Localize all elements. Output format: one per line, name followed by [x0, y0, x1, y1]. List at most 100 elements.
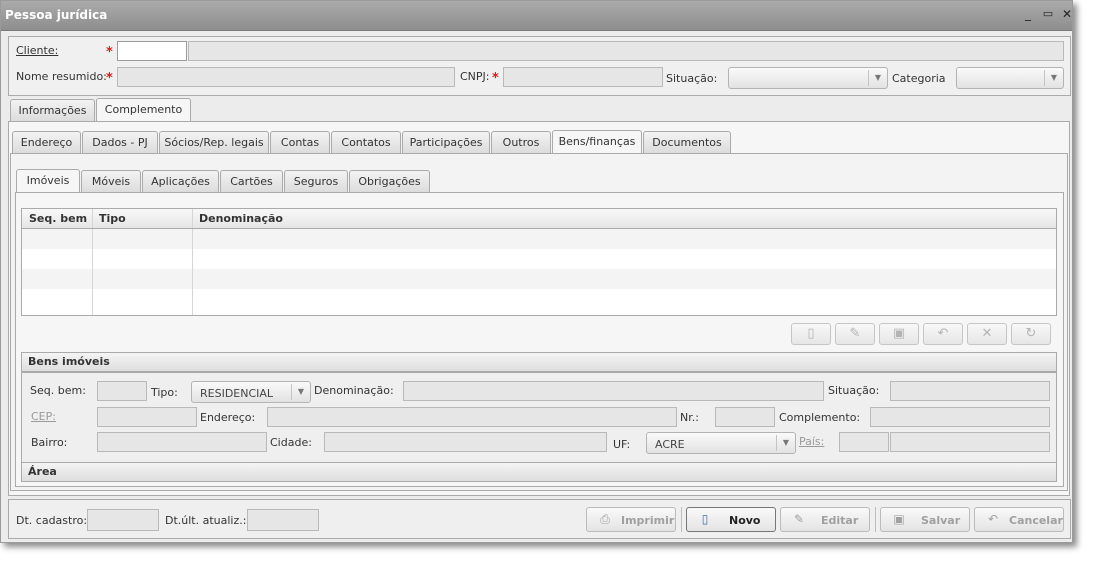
editar-label: Editar	[821, 514, 859, 527]
bairro-label: Bairro:	[31, 436, 68, 449]
uf-label: UF:	[613, 438, 631, 451]
tab-aplicacoes[interactable]: Aplicações	[142, 170, 219, 192]
denominacao-field[interactable]	[403, 381, 824, 401]
table-row[interactable]	[22, 269, 1056, 289]
seq-bem-field[interactable]	[97, 381, 147, 401]
tab-contatos[interactable]: Contatos	[331, 131, 401, 153]
categoria-select[interactable]: ▼	[956, 67, 1064, 89]
pais-code-field[interactable]	[839, 432, 889, 452]
minimize-icon[interactable]: _	[1021, 7, 1035, 21]
seq-bem-label: Seq. bem:	[30, 384, 86, 397]
tab-complemento[interactable]: Complemento	[96, 98, 191, 122]
table-row[interactable]	[22, 289, 1056, 309]
save-record-button[interactable]: ▣	[879, 323, 919, 345]
imprimir-button[interactable]: ⎙ Imprimir	[586, 507, 676, 532]
cliente-label[interactable]: Cliente:	[16, 44, 58, 57]
pais-link[interactable]: País:	[799, 435, 824, 448]
nome-resumido-field[interactable]	[117, 67, 455, 87]
tab-participacoes[interactable]: Participações	[402, 131, 490, 153]
save-icon: ▣	[892, 326, 906, 341]
undo-icon: ↶	[987, 512, 999, 526]
tab-documentos[interactable]: Documentos	[643, 131, 731, 153]
area-header[interactable]: Área	[21, 462, 1057, 482]
required-mark: *	[492, 71, 499, 86]
cep-link[interactable]: CEP:	[31, 410, 56, 423]
pais-name-field	[890, 432, 1050, 452]
uf-select[interactable]: ACRE ▼	[646, 432, 796, 454]
tab-socios[interactable]: Sócios/Rep. legais	[159, 131, 269, 153]
complemento-field[interactable]	[870, 407, 1050, 427]
nr-label: Nr.:	[680, 411, 699, 424]
tab-seguros[interactable]: Seguros	[284, 170, 348, 192]
delete-icon: ✕	[981, 326, 993, 341]
uf-value: ACRE	[655, 438, 685, 451]
maximize-icon[interactable]: ▭	[1041, 7, 1055, 21]
column-denominacao[interactable]: Denominação	[199, 212, 283, 225]
cep-field[interactable]	[97, 407, 197, 427]
tab-informacoes[interactable]: Informações	[10, 99, 95, 121]
tab-outros[interactable]: Outros	[491, 131, 551, 153]
chevron-down-icon: ▼	[868, 70, 887, 86]
endereco-label: Endereço:	[200, 411, 256, 424]
tipo-label: Tipo:	[151, 386, 178, 399]
tab-obrigacoes[interactable]: Obrigações	[349, 170, 430, 192]
undo-record-button[interactable]: ↶	[923, 323, 963, 345]
denominacao-label: Denominação:	[314, 384, 394, 397]
chevron-down-icon: ▼	[1044, 70, 1063, 86]
tab-bens-financas[interactable]: Bens/finanças	[552, 130, 642, 154]
table-row[interactable]	[22, 229, 1056, 249]
save-icon: ▣	[893, 512, 905, 526]
situacao-label: Situação:	[666, 72, 718, 85]
divider	[681, 507, 682, 532]
cidade-field[interactable]	[324, 432, 607, 452]
dt-cadastro-label: Dt. cadastro:	[16, 514, 88, 527]
cancelar-button[interactable]: ↶ Cancelar	[974, 507, 1064, 532]
imprimir-label: Imprimir	[621, 514, 675, 527]
situacao-bem-field[interactable]	[890, 381, 1050, 401]
chevron-down-icon: ▼	[291, 384, 310, 400]
divider	[875, 507, 876, 532]
complemento-label: Complemento:	[779, 411, 861, 424]
cnpj-field[interactable]	[503, 67, 663, 87]
column-seq-bem[interactable]: Seq. bem	[29, 212, 87, 225]
bens-imoveis-header: Bens imóveis	[21, 352, 1057, 372]
dt-atualiz-label: Dt.últ. atualiz.:	[165, 514, 247, 527]
undo-icon: ↶	[937, 326, 949, 341]
column-tipo[interactable]: Tipo	[99, 212, 126, 225]
tab-imoveis[interactable]: Imóveis	[16, 169, 80, 193]
delete-record-button[interactable]: ✕	[967, 323, 1007, 345]
grid-header: Seq. bem Tipo Denominação	[21, 208, 1057, 229]
endereco-field[interactable]	[267, 407, 677, 427]
title-bar: Pessoa jurídica _ ▭ ✕	[1, 1, 1072, 31]
edit-icon: ✎	[849, 326, 861, 341]
bairro-field[interactable]	[97, 432, 267, 452]
tab-endereco[interactable]: Endereço	[12, 131, 81, 153]
table-row[interactable]	[22, 249, 1056, 269]
salvar-button[interactable]: ▣ Salvar	[880, 507, 970, 532]
column-divider	[92, 229, 93, 315]
tipo-value: RESIDENCIAL	[200, 387, 274, 400]
refresh-record-button[interactable]: ↻	[1011, 323, 1051, 345]
column-divider	[192, 209, 193, 228]
close-icon[interactable]: ✕	[1060, 7, 1074, 21]
cidade-label: Cidade:	[270, 436, 312, 449]
column-divider	[192, 229, 193, 315]
tipo-select[interactable]: RESIDENCIAL ▼	[191, 381, 311, 403]
chevron-down-icon: ▼	[776, 435, 795, 451]
cnpj-label: CNPJ:	[460, 70, 490, 83]
tab-cartoes[interactable]: Cartões	[220, 170, 283, 192]
new-record-button[interactable]: ▯	[791, 323, 831, 345]
tab-contas[interactable]: Contas	[270, 131, 330, 153]
situacao-bem-label: Situação:	[828, 384, 880, 397]
nome-resumido-label: Nome resumido:	[16, 70, 107, 83]
situacao-select[interactable]: ▼	[728, 67, 888, 89]
novo-button[interactable]: ▯ Novo	[686, 507, 776, 532]
edit-record-button[interactable]: ✎	[835, 323, 875, 345]
nr-field[interactable]	[715, 407, 775, 427]
editar-button[interactable]: ✎ Editar	[780, 507, 870, 532]
new-doc-icon: ▯	[701, 512, 709, 526]
tab-dados-pj[interactable]: Dados - PJ	[82, 131, 158, 153]
new-doc-icon: ▯	[807, 326, 815, 341]
cliente-code-input[interactable]	[117, 41, 187, 61]
tab-moveis[interactable]: Móveis	[81, 170, 141, 192]
